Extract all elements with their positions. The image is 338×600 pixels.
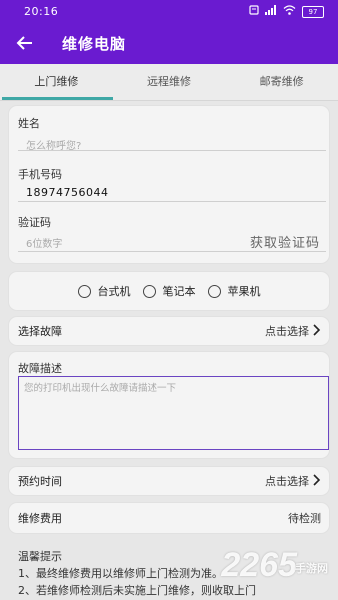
tab-onsite-repair[interactable]: 上门维修: [0, 64, 113, 100]
radio-circle-icon: [207, 284, 221, 298]
select-fault-row[interactable]: 选择故障 点击选择: [9, 317, 329, 345]
chevron-right-icon: [312, 323, 321, 339]
description-textarea[interactable]: 您的打印机出现什么故障请描述一下: [18, 376, 329, 450]
page-title: 维修电脑: [62, 35, 127, 53]
name-underline: [18, 150, 326, 151]
device-type-radio-group: 台式机 笔记本 苹果机: [9, 272, 329, 310]
phone-underline: [18, 201, 326, 202]
tips-line-2: 2、若维修师检测后未实施上门维修，则收取上门: [18, 584, 256, 597]
signal-icon: [265, 5, 277, 18]
radio-mac-label: 苹果机: [227, 285, 261, 298]
radio-circle-icon: [142, 284, 156, 298]
status-icons: 97: [249, 5, 324, 18]
tab-bar: 上门维修 远程维修 邮寄维修: [0, 64, 338, 100]
notification-icon: [249, 5, 259, 18]
appointment-time-row[interactable]: 预约时间 点击选择: [9, 467, 329, 495]
tab-mail-repair[interactable]: 邮寄维修: [225, 64, 338, 100]
repair-fee-row: 维修费用 待检测: [9, 503, 329, 533]
phone-input[interactable]: 18974756044: [26, 186, 322, 199]
wifi-icon: [283, 5, 296, 18]
radio-desktop[interactable]: 台式机: [77, 283, 131, 299]
fee-label: 维修费用: [18, 512, 62, 525]
get-code-button[interactable]: 获取验证码: [250, 232, 320, 251]
battery-icon: 97: [302, 5, 324, 18]
radio-circle-icon: [77, 284, 91, 298]
chevron-right-icon: [312, 473, 321, 489]
radio-laptop-label: 笔记本: [162, 285, 196, 298]
phone-label: 手机号码: [18, 168, 62, 181]
watermark-suffix: 手游网: [295, 563, 328, 575]
fee-value: 待检测: [288, 512, 321, 525]
fault-description-card: 故障描述 您的打印机出现什么故障请描述一下: [9, 352, 329, 458]
code-label: 验证码: [18, 216, 51, 229]
device-type-card: 台式机 笔记本 苹果机: [9, 272, 329, 310]
code-underline: [18, 251, 326, 252]
code-input[interactable]: 6位数字: [26, 235, 226, 250]
fault-label: 选择故障: [18, 325, 62, 338]
appointment-action: 点击选择: [265, 475, 309, 488]
appointment-label: 预约时间: [18, 475, 62, 488]
app-bar: 维修电脑: [0, 24, 338, 64]
tab-remote-repair[interactable]: 远程维修: [113, 64, 226, 100]
contact-form-card: 姓名 怎么称呼您? 手机号码 18974756044 验证码 6位数字 获取验证…: [9, 106, 329, 263]
status-bar: 20:16 97: [0, 0, 338, 24]
name-label: 姓名: [18, 117, 40, 130]
status-time: 20:16: [24, 5, 59, 18]
radio-desktop-label: 台式机: [97, 285, 131, 298]
fault-action: 点击选择: [265, 325, 309, 338]
tab-divider: [0, 100, 338, 101]
watermark-brand: 2265: [221, 546, 297, 584]
radio-laptop[interactable]: 笔记本: [142, 283, 196, 299]
description-label: 故障描述: [18, 362, 62, 375]
back-arrow-icon[interactable]: [14, 32, 36, 54]
radio-mac[interactable]: 苹果机: [207, 283, 261, 299]
watermark-logo: 2265手游网: [221, 546, 330, 585]
